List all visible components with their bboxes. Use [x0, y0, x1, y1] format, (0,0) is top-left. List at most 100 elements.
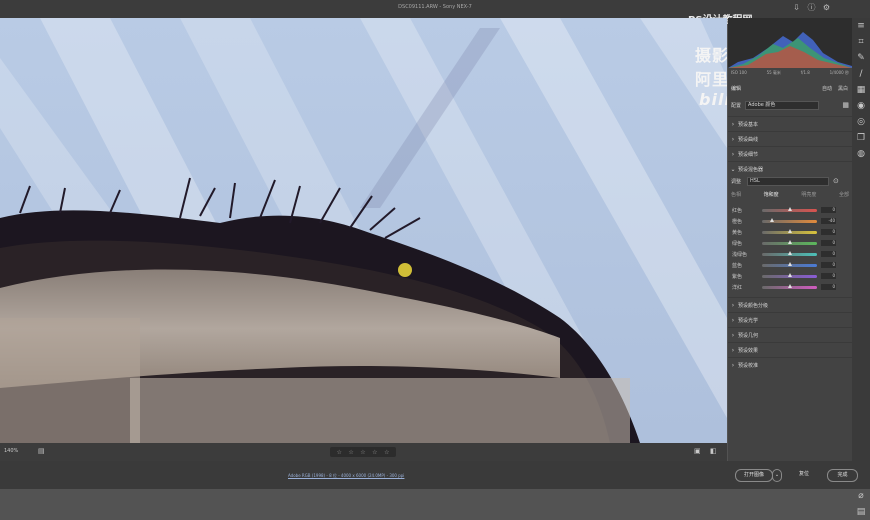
info-icon[interactable]: ⓘ: [807, 3, 816, 12]
chevron-down-icon: ⌄: [730, 165, 736, 173]
slider-track[interactable]: [762, 217, 817, 223]
star-icon[interactable]: ☆: [348, 449, 353, 456]
focal-length: 55 毫米: [766, 70, 781, 75]
auto-button[interactable]: 自动: [822, 85, 832, 92]
title-bar: DSC09111.ARW - Sony NEX-7 ⇩ ⓘ ⚙ PS设计教程网: [0, 0, 870, 26]
section-label: 预设细节: [738, 151, 759, 158]
brush-icon[interactable]: /: [852, 66, 870, 82]
star-icon[interactable]: ☆: [337, 449, 342, 456]
red-eye-icon[interactable]: ◎: [852, 114, 870, 130]
section-item[interactable]: › 预设颜色分级: [728, 297, 852, 312]
star-icon[interactable]: ☆: [372, 449, 377, 456]
section-item[interactable]: › 预设光学: [728, 312, 852, 327]
star-icon[interactable]: ☆: [384, 449, 389, 456]
aperture-value: f/1.8: [800, 70, 810, 75]
slider-label: 橙色: [732, 218, 743, 225]
slider-label: 洋红: [732, 284, 743, 291]
slider-thumb[interactable]: [787, 228, 792, 233]
profile-browser-icon[interactable]: ▦: [842, 101, 849, 109]
slider-label: 浅绿色: [732, 251, 748, 258]
healing-brush-icon[interactable]: ✎: [852, 50, 870, 66]
slider-value[interactable]: 0: [821, 240, 836, 246]
compare-view-icon[interactable]: ◧: [710, 447, 717, 455]
photo-preview: [0, 18, 727, 443]
tab-luminance[interactable]: 明亮度: [801, 191, 816, 198]
edit-icon[interactable]: ≡: [852, 18, 870, 34]
section-item[interactable]: › 预设校准: [728, 357, 852, 372]
star-rating: ☆ ☆ ☆ ☆ ☆: [330, 447, 396, 457]
section-label: 预设曲线: [738, 136, 759, 143]
slider-track[interactable]: [762, 206, 817, 212]
profile-row: 配置 Adobe 颜色 ▦: [731, 100, 849, 110]
section-basic[interactable]: › 预设基本: [728, 116, 852, 131]
gradient-icon[interactable]: ▦: [852, 82, 870, 98]
slider-thumb[interactable]: [787, 261, 792, 266]
done-button[interactable]: 完成: [827, 469, 858, 482]
target-adjust-icon[interactable]: ⊙: [833, 177, 839, 185]
slider-thumb[interactable]: [787, 272, 792, 277]
slider-thumb[interactable]: [787, 239, 792, 244]
slider-thumb[interactable]: [787, 206, 792, 211]
slider-track[interactable]: [762, 283, 817, 289]
section-item[interactable]: › 预设效果: [728, 342, 852, 357]
slider-value[interactable]: 0: [821, 229, 836, 235]
chevron-right-icon: ›: [731, 150, 735, 158]
slider-value[interactable]: 0: [821, 251, 836, 257]
tab-saturation[interactable]: 饱和度: [764, 191, 779, 198]
zoom-level[interactable]: 140%: [4, 448, 18, 454]
section-color-mixer[interactable]: ⌄ 预设混色器: [728, 161, 852, 176]
image-canvas[interactable]: 摄影师阿里 bilibili: [0, 18, 727, 443]
download-icon[interactable]: ⇩: [792, 3, 801, 12]
section-label: 预设颜色分级: [738, 302, 769, 309]
section-curve[interactable]: › 预设曲线: [728, 131, 852, 146]
reset-button[interactable]: 复位: [790, 469, 818, 480]
gear-icon[interactable]: ⚙: [822, 3, 831, 12]
section-label: 预设效果: [738, 347, 759, 354]
crop-icon[interactable]: ⌗: [852, 34, 870, 50]
slider-row: 紫色 0: [732, 271, 842, 281]
eyedropper-icon[interactable]: ⌀: [852, 488, 870, 504]
slider-row: 红色 0: [732, 205, 842, 215]
adjust-select[interactable]: HSL: [747, 176, 830, 186]
slider-thumb[interactable]: [787, 283, 792, 288]
slider-track[interactable]: [762, 250, 817, 256]
slider-label: 黄色: [732, 229, 743, 236]
snapshot-icon[interactable]: ❐: [852, 130, 870, 146]
slider-track[interactable]: [762, 239, 817, 245]
chevron-right-icon: ›: [731, 316, 735, 324]
slider-track[interactable]: [762, 261, 817, 267]
workflow-options-link[interactable]: Adobe RGB (1998) - 8 位 - 4000 x 6000 (24…: [288, 473, 404, 479]
filmstrip-icon[interactable]: ▤: [38, 447, 45, 455]
before-after-icon[interactable]: ▣: [694, 447, 701, 455]
tab-hue[interactable]: 色相: [731, 191, 741, 198]
bw-button[interactable]: 黑白: [838, 85, 848, 92]
slider-thumb[interactable]: [769, 217, 774, 222]
slider-value[interactable]: 0: [821, 262, 836, 268]
tab-all[interactable]: 全部: [839, 191, 849, 198]
open-options-dropdown[interactable]: ⌄: [772, 469, 782, 482]
section-label: 预设光学: [738, 317, 759, 324]
section-item[interactable]: › 预设几何: [728, 327, 852, 342]
slider-row: 浅绿色 0: [732, 249, 842, 259]
radial-filter-icon[interactable]: ◉: [852, 98, 870, 114]
slider-value[interactable]: -40: [821, 218, 836, 224]
slider-row: 橙色 -40: [732, 216, 842, 226]
slider-row: 绿色 0: [732, 238, 842, 248]
slider-value[interactable]: 0: [821, 273, 836, 279]
section-label: 预设混色器: [738, 166, 764, 173]
slider-track[interactable]: [762, 228, 817, 234]
grid-overlay-icon[interactable]: ▤: [852, 504, 870, 520]
open-image-button[interactable]: 打开图像: [735, 469, 773, 482]
section-detail[interactable]: › 预设细节: [728, 146, 852, 161]
slider-label: 绿色: [732, 240, 743, 247]
slider-value[interactable]: 0: [821, 207, 836, 213]
tool-strip: ≡ ⌗ ✎ / ▦ ◉ ◎ ❐ ◍ ✋ ⌀ ▤: [852, 18, 870, 517]
slider-thumb[interactable]: [787, 250, 792, 255]
presets-icon[interactable]: ◍: [852, 146, 870, 162]
profile-select[interactable]: Adobe 颜色: [745, 100, 820, 110]
slider-track[interactable]: [762, 272, 817, 278]
star-icon[interactable]: ☆: [360, 449, 365, 456]
section-label: 预设校准: [738, 362, 759, 369]
author-watermark: 摄影师阿里 bilibili: [695, 42, 727, 109]
slider-value[interactable]: 0: [821, 284, 836, 290]
